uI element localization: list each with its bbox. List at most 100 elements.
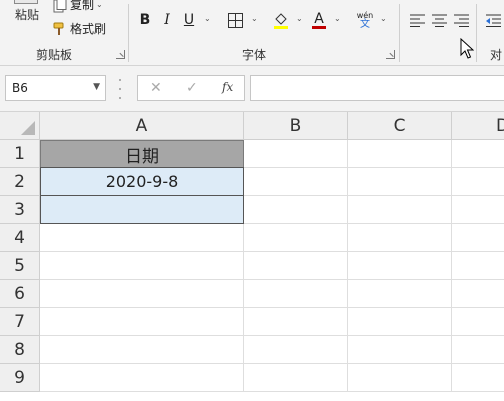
cell-c2[interactable]: [348, 168, 452, 196]
copy-label: 复制: [70, 0, 95, 12]
align-right-icon: [453, 14, 469, 27]
font-color-dropdown-icon[interactable]: ⌄: [334, 14, 341, 23]
phonetic-dropdown-icon[interactable]: ⌄: [380, 14, 387, 23]
cell-d7[interactable]: [452, 308, 504, 336]
cell-d8[interactable]: [452, 336, 504, 364]
fill-color-button[interactable]: [272, 10, 290, 30]
decrease-indent-icon: [485, 14, 501, 27]
cell-d6[interactable]: [452, 280, 504, 308]
column-header-d[interactable]: D: [452, 112, 504, 140]
alignment-group-label: 对: [490, 48, 503, 62]
font-color-button[interactable]: A: [310, 10, 328, 30]
decrease-indent-button[interactable]: [484, 10, 502, 30]
name-box-dropdown-icon[interactable]: ▼: [93, 82, 100, 92]
cell-c1[interactable]: [348, 140, 452, 168]
row-header-2[interactable]: 2: [0, 168, 40, 196]
clipboard-group-label: 剪贴板: [36, 48, 73, 62]
borders-button[interactable]: [226, 10, 244, 30]
cancel-icon[interactable]: ✕: [150, 80, 162, 96]
align-right-button[interactable]: [452, 10, 470, 30]
cell-d4[interactable]: [452, 224, 504, 252]
font-color-label: A: [314, 10, 324, 27]
cell-b5[interactable]: [244, 252, 348, 280]
cell-b3[interactable]: [244, 196, 348, 224]
cell-b8[interactable]: [244, 336, 348, 364]
italic-button[interactable]: I: [158, 10, 176, 30]
row-header-4[interactable]: 4: [0, 224, 40, 252]
cell-a9[interactable]: [40, 364, 244, 392]
cell-d2[interactable]: [452, 168, 504, 196]
cell-a6[interactable]: [40, 280, 244, 308]
underline-button[interactable]: U: [180, 10, 198, 30]
align-left-button[interactable]: [408, 10, 426, 30]
row-header-5[interactable]: 5: [0, 252, 40, 280]
formula-input[interactable]: [250, 75, 504, 101]
formula-bar: B6 ▼ ✕ ✓ fx: [0, 66, 504, 112]
font-dialog-launcher-icon[interactable]: [386, 50, 395, 59]
cell-b6[interactable]: [244, 280, 348, 308]
phonetic-guide-button[interactable]: wén 文: [356, 10, 374, 30]
cell-b2[interactable]: [244, 168, 348, 196]
cell-b1[interactable]: [244, 140, 348, 168]
paste-label: 粘贴: [15, 8, 40, 22]
paintbrush-icon: [52, 21, 68, 37]
name-box[interactable]: B6 ▼: [5, 75, 106, 101]
group-divider: [128, 4, 129, 62]
cell-b4[interactable]: [244, 224, 348, 252]
cell-a5[interactable]: [40, 252, 244, 280]
row-header-1[interactable]: 1: [0, 140, 40, 168]
cell-c6[interactable]: [348, 280, 452, 308]
borders-dropdown-icon[interactable]: ⌄: [251, 14, 258, 23]
name-box-value: B6: [12, 81, 28, 95]
spreadsheet-grid: A B C D 1 2 3 4 5 6 7 8 9 日期 2020-9-8: [0, 112, 504, 401]
paste-icon: [14, 0, 38, 4]
phonetic-bottom: 文: [360, 19, 370, 30]
cell-c4[interactable]: [348, 224, 452, 252]
formula-bar-buttons: ✕ ✓ fx: [137, 75, 245, 101]
paste-button[interactable]: 粘贴: [0, 0, 52, 44]
align-left-icon: [409, 14, 425, 27]
row-header-8[interactable]: 8: [0, 336, 40, 364]
cell-c5[interactable]: [348, 252, 452, 280]
group-divider: [476, 4, 477, 62]
copy-icon: [52, 0, 68, 13]
column-header-a[interactable]: A: [40, 112, 244, 140]
format-painter-button[interactable]: 格式刷: [52, 20, 106, 37]
underline-dropdown-icon[interactable]: ⌄: [204, 14, 211, 23]
format-painter-label: 格式刷: [70, 22, 107, 36]
font-color-bar: [312, 25, 326, 29]
cell-b7[interactable]: [244, 308, 348, 336]
cell-d9[interactable]: [452, 364, 504, 392]
cell-a2[interactable]: 2020-9-8: [40, 167, 244, 196]
cell-c7[interactable]: [348, 308, 452, 336]
cell-d1[interactable]: [452, 140, 504, 168]
row-header-9[interactable]: 9: [0, 364, 40, 392]
enter-check-icon[interactable]: ✓: [186, 80, 198, 96]
group-divider: [399, 4, 400, 62]
align-center-button[interactable]: [430, 10, 448, 30]
formula-bar-resize-handle[interactable]: [118, 79, 122, 99]
cell-d5[interactable]: [452, 252, 504, 280]
column-header-b[interactable]: B: [244, 112, 348, 140]
cell-a7[interactable]: [40, 308, 244, 336]
cell-a4[interactable]: [40, 224, 244, 252]
clipboard-dialog-launcher-icon[interactable]: [116, 50, 125, 59]
select-all-button[interactable]: [0, 112, 40, 140]
cell-c8[interactable]: [348, 336, 452, 364]
paint-bucket-icon: [274, 13, 288, 29]
cell-a3[interactable]: [40, 195, 244, 224]
cell-a8[interactable]: [40, 336, 244, 364]
fill-color-dropdown-icon[interactable]: ⌄: [296, 14, 303, 23]
bold-button[interactable]: B: [136, 10, 154, 30]
copy-button[interactable]: 复制 ⌄: [52, 0, 103, 13]
cell-c3[interactable]: [348, 196, 452, 224]
cell-c9[interactable]: [348, 364, 452, 392]
row-header-6[interactable]: 6: [0, 280, 40, 308]
cell-b9[interactable]: [244, 364, 348, 392]
cell-d3[interactable]: [452, 196, 504, 224]
row-header-3[interactable]: 3: [0, 196, 40, 224]
insert-function-button[interactable]: fx: [222, 80, 233, 94]
column-header-c[interactable]: C: [348, 112, 452, 140]
cell-a1[interactable]: 日期: [40, 140, 244, 168]
row-header-7[interactable]: 7: [0, 308, 40, 336]
